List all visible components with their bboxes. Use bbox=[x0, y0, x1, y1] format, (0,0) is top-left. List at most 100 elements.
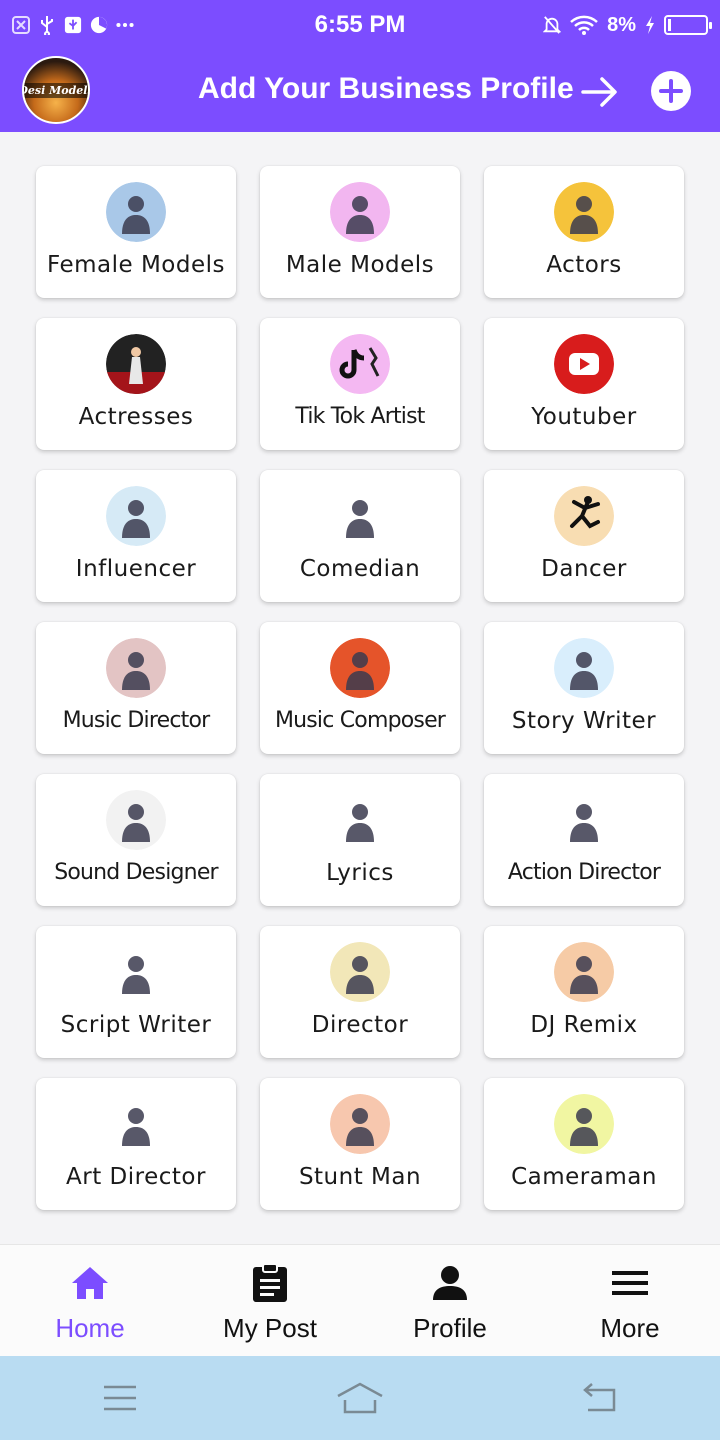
status-left-icons bbox=[12, 16, 134, 35]
usb-icon bbox=[38, 16, 56, 35]
category-card-music-composer[interactable]: Music Composer bbox=[260, 622, 460, 754]
category-label: Tik Tok Artist bbox=[295, 404, 425, 429]
battery-icon bbox=[664, 15, 712, 35]
category-grid: Female Models Male Models Actors Actresses T… bbox=[36, 166, 684, 1210]
nav-my-post-label: My Post bbox=[223, 1313, 317, 1343]
category-label: Music Composer bbox=[274, 708, 446, 733]
category-card-comedian[interactable]: Comedian bbox=[260, 470, 460, 602]
category-label: Dancer bbox=[541, 556, 627, 582]
dancer-icon bbox=[554, 486, 614, 546]
category-card-sound-designer[interactable]: Sound Designer bbox=[36, 774, 236, 906]
female-models-icon bbox=[106, 182, 166, 242]
menu-icon bbox=[610, 1263, 650, 1303]
category-card-dj-remix[interactable]: DJ Remix bbox=[484, 926, 684, 1058]
category-label: Actresses bbox=[78, 404, 194, 430]
more-dots-icon bbox=[116, 16, 134, 34]
bell-off-icon bbox=[543, 16, 562, 34]
category-card-female-models[interactable]: Female Models bbox=[36, 166, 236, 298]
app-logo[interactable]: Desi Models bbox=[22, 56, 90, 124]
arrow-right-icon[interactable] bbox=[580, 74, 620, 110]
director-icon bbox=[330, 942, 390, 1002]
category-label: DJ Remix bbox=[530, 1012, 638, 1038]
nav-more[interactable]: More bbox=[540, 1245, 720, 1357]
home-icon bbox=[70, 1263, 110, 1303]
system-nav-bar bbox=[0, 1356, 720, 1440]
category-label: Male Models bbox=[285, 252, 435, 278]
category-card-dancer[interactable]: Dancer bbox=[484, 470, 684, 602]
category-label: Action Director bbox=[507, 860, 661, 885]
category-label: Actors bbox=[546, 252, 622, 278]
clipboard-icon bbox=[250, 1263, 290, 1303]
male-models-icon bbox=[330, 182, 390, 242]
person-icon bbox=[430, 1263, 470, 1303]
status-right-icons: 8% bbox=[543, 13, 712, 37]
category-card-music-director[interactable]: Music Director bbox=[36, 622, 236, 754]
category-label: Story Writer bbox=[511, 708, 657, 734]
category-label: Stunt Man bbox=[298, 1164, 422, 1190]
action-director-icon bbox=[554, 790, 614, 850]
status-bar: 6:55 PM 8% bbox=[0, 0, 720, 50]
category-card-lyrics[interactable]: Lyrics bbox=[260, 774, 460, 906]
recents-icon[interactable] bbox=[90, 1378, 150, 1418]
nav-my-post[interactable]: My Post bbox=[180, 1245, 360, 1357]
cameraman-icon bbox=[554, 1094, 614, 1154]
nav-home[interactable]: Home bbox=[0, 1245, 180, 1357]
category-label: Script Writer bbox=[60, 1012, 212, 1038]
category-label: Cameraman bbox=[511, 1164, 657, 1190]
actresses-icon bbox=[106, 334, 166, 394]
battery-percent: 8% bbox=[607, 13, 636, 36]
category-label: Influencer bbox=[75, 556, 197, 582]
charging-icon bbox=[644, 16, 656, 34]
battery-fill bbox=[668, 19, 671, 31]
stunt-man-icon bbox=[330, 1094, 390, 1154]
sound-designer-icon bbox=[106, 790, 166, 850]
comedian-icon bbox=[330, 486, 390, 546]
category-label: Sound Designer bbox=[54, 860, 218, 885]
category-label: Director bbox=[311, 1012, 409, 1038]
category-label: Youtuber bbox=[531, 404, 637, 430]
category-label: Music Director bbox=[62, 708, 211, 733]
bottom-nav: Home My Post Profile More bbox=[0, 1244, 720, 1356]
youtube-icon bbox=[554, 334, 614, 394]
music-composer-icon bbox=[330, 638, 390, 698]
category-card-director[interactable]: Director bbox=[260, 926, 460, 1058]
category-card-actresses[interactable]: Actresses bbox=[36, 318, 236, 450]
category-card-art-director[interactable]: Art Director bbox=[36, 1078, 236, 1210]
script-writer-icon bbox=[106, 942, 166, 1002]
add-business-profile-link[interactable]: Add Your Business Profile bbox=[198, 72, 574, 106]
category-card-male-models[interactable]: Male Models bbox=[260, 166, 460, 298]
actors-icon bbox=[554, 182, 614, 242]
nav-more-label: More bbox=[600, 1313, 660, 1343]
app-header: Desi Models Add Your Business Profile bbox=[0, 50, 720, 132]
category-label: Comedian bbox=[299, 556, 421, 582]
add-profile-button[interactable] bbox=[651, 71, 691, 111]
nav-home-label: Home bbox=[55, 1313, 125, 1343]
logo-text: Desi Models bbox=[24, 82, 88, 98]
wifi-icon bbox=[569, 15, 599, 35]
plus-icon bbox=[659, 79, 683, 103]
close-box-icon bbox=[12, 16, 30, 34]
influencer-icon bbox=[106, 486, 166, 546]
back-icon[interactable] bbox=[570, 1378, 630, 1418]
category-card-cameraman[interactable]: Cameraman bbox=[484, 1078, 684, 1210]
chart-icon bbox=[90, 16, 108, 34]
category-card-influencer[interactable]: Influencer bbox=[36, 470, 236, 602]
category-card-tiktok[interactable]: Tik Tok Artist bbox=[260, 318, 460, 450]
category-label: Female Models bbox=[46, 252, 225, 278]
category-card-action-director[interactable]: Action Director bbox=[484, 774, 684, 906]
category-card-story-writer[interactable]: Story Writer bbox=[484, 622, 684, 754]
home-outline-icon[interactable] bbox=[330, 1378, 390, 1418]
nav-profile-label: Profile bbox=[413, 1313, 487, 1343]
category-card-stunt-man[interactable]: Stunt Man bbox=[260, 1078, 460, 1210]
lyrics-icon bbox=[330, 790, 390, 850]
tiktok-icon bbox=[330, 334, 390, 394]
usb-debug-icon bbox=[64, 16, 82, 34]
art-director-icon bbox=[106, 1094, 166, 1154]
nav-profile[interactable]: Profile bbox=[360, 1245, 540, 1357]
music-director-icon bbox=[106, 638, 166, 698]
category-card-script-writer[interactable]: Script Writer bbox=[36, 926, 236, 1058]
category-label: Art Director bbox=[66, 1164, 206, 1190]
story-writer-icon bbox=[554, 638, 614, 698]
category-card-actors[interactable]: Actors bbox=[484, 166, 684, 298]
category-card-youtube[interactable]: Youtuber bbox=[484, 318, 684, 450]
